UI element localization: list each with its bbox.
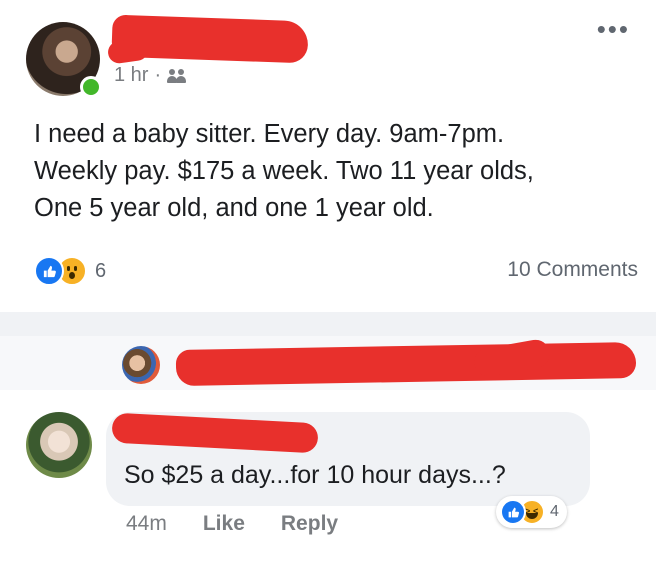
comment-like-button[interactable]: Like [203, 512, 245, 536]
post-reactions[interactable]: 6 [34, 256, 106, 286]
post-card: 1 hr · ••• I need a baby sitter. Every d… [0, 0, 656, 312]
post-text-line: Weekly pay. $175 a week. Two 11 year old… [34, 157, 534, 185]
redacted-author-name-overlap [106, 37, 150, 65]
comment-timestamp[interactable]: 44m [126, 512, 167, 536]
reaction-count: 6 [95, 259, 107, 282]
reply-author-avatar[interactable] [122, 346, 160, 384]
post-text-line: I need a baby sitter. Every day. 9am-7pm… [34, 120, 505, 148]
online-status-indicator [80, 76, 102, 98]
post-text-line: One 5 year old, and one 1 year old. [34, 194, 434, 222]
section-divider [0, 312, 656, 336]
friends-audience-icon[interactable] [167, 68, 189, 84]
like-reaction-icon [500, 499, 526, 525]
more-horizontal-icon[interactable]: ••• [597, 16, 630, 42]
comment-reaction-count: 4 [550, 503, 559, 520]
comment-reactions[interactable]: > < 4 [496, 496, 567, 528]
post-text: I need a baby sitter. Every day. 9am-7pm… [34, 116, 634, 227]
comment-text: So $25 a day...for 10 hour days...? [124, 461, 506, 489]
comment-actions: 44m Like Reply [126, 512, 338, 536]
meta-separator: · [154, 64, 162, 86]
commenter-avatar[interactable] [26, 412, 92, 478]
comment-reply-button[interactable]: Reply [281, 512, 338, 536]
like-reaction-icon [34, 256, 64, 286]
post-timestamp[interactable]: 1 hr [114, 64, 148, 87]
post-meta: 1 hr · [114, 64, 189, 87]
comments-count-link[interactable]: 10 Comments [507, 258, 638, 282]
